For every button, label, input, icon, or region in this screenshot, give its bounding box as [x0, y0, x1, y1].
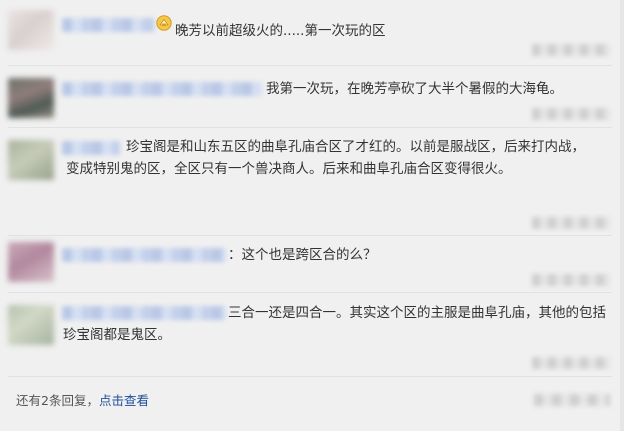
reply-text: ：这个也是跨区合的么？: [228, 247, 377, 263]
reply-thread: 晚芳以前超级火的.....第一次玩的区 我第一次玩，在晚芳亭砍了大半个暑假的大海…: [0, 0, 624, 431]
username[interactable]: [62, 82, 262, 96]
reply-text: 晚芳以前超级火的.....第一次玩的区: [175, 23, 386, 39]
reply-meta: [532, 44, 610, 56]
divider: [8, 127, 612, 128]
username[interactable]: [62, 18, 154, 32]
divider: [8, 65, 612, 66]
divider: [8, 376, 612, 377]
avatar[interactable]: [8, 242, 54, 282]
reply-text: 珍宝阁是和山东五区的曲阜孔庙合区了才红的。以前是服战区，后来打内战，变成特别鬼的…: [66, 139, 585, 177]
reply-text: 我第一次玩，在晚芳亭砍了大半个暑假的大海龟。: [266, 81, 563, 97]
divider: [8, 292, 612, 293]
reply-meta: [532, 217, 610, 229]
avatar[interactable]: [8, 10, 54, 50]
avatar[interactable]: [8, 140, 54, 180]
more-replies: 还有2条回复，点击查看: [16, 390, 149, 409]
view-more-link[interactable]: 点击查看: [99, 393, 149, 408]
avatar[interactable]: [8, 78, 54, 118]
scroll-edge: [620, 0, 624, 431]
divider: [8, 235, 612, 236]
reply-meta: [532, 274, 610, 286]
reply-meta: [532, 357, 610, 369]
avatar[interactable]: [8, 305, 54, 345]
username[interactable]: [62, 248, 226, 262]
reply-text: 三合一还是四合一。其实这个区的主服是曲阜孔庙，其他的包括珍宝阁都是鬼区。: [63, 305, 606, 343]
more-replies-count: 还有2条回复，: [16, 393, 99, 408]
reply-meta: [534, 394, 610, 406]
reply-meta: [532, 108, 610, 120]
vip-badge-icon: [156, 15, 172, 31]
